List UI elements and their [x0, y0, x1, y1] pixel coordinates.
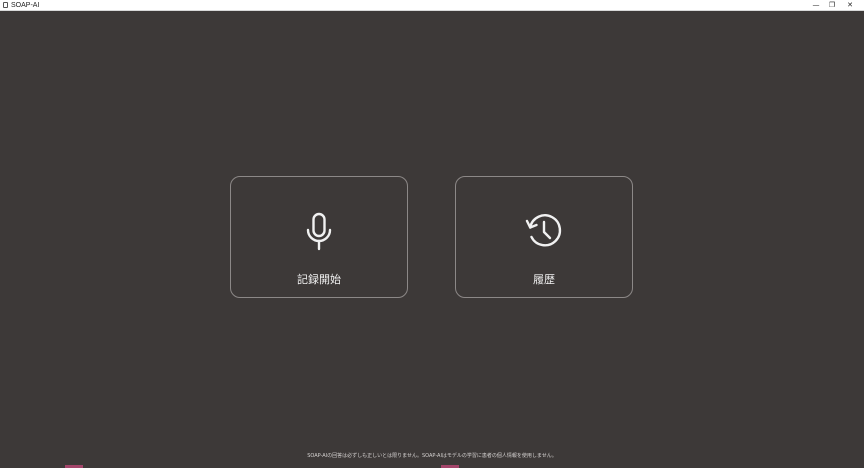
title-bar: SOAP-AI — ❐ ✕ [0, 0, 864, 11]
window-title: SOAP-AI [11, 2, 40, 9]
minimize-button[interactable]: — [808, 0, 824, 10]
close-button[interactable]: ✕ [842, 0, 858, 10]
app-icon [3, 2, 8, 8]
disclaimer-text: SOAP-AIの回答は必ずしも正しいとは限りません。SOAP-AIはモデルの学習… [307, 453, 557, 459]
microphone-icon [299, 211, 339, 251]
history-button[interactable]: 履歴 [455, 176, 633, 298]
start-recording-label: 記録開始 [297, 273, 341, 286]
history-label: 履歴 [533, 273, 555, 286]
maximize-button[interactable]: ❐ [824, 0, 840, 10]
start-recording-button[interactable]: 記録開始 [230, 176, 408, 298]
history-icon [524, 211, 564, 251]
